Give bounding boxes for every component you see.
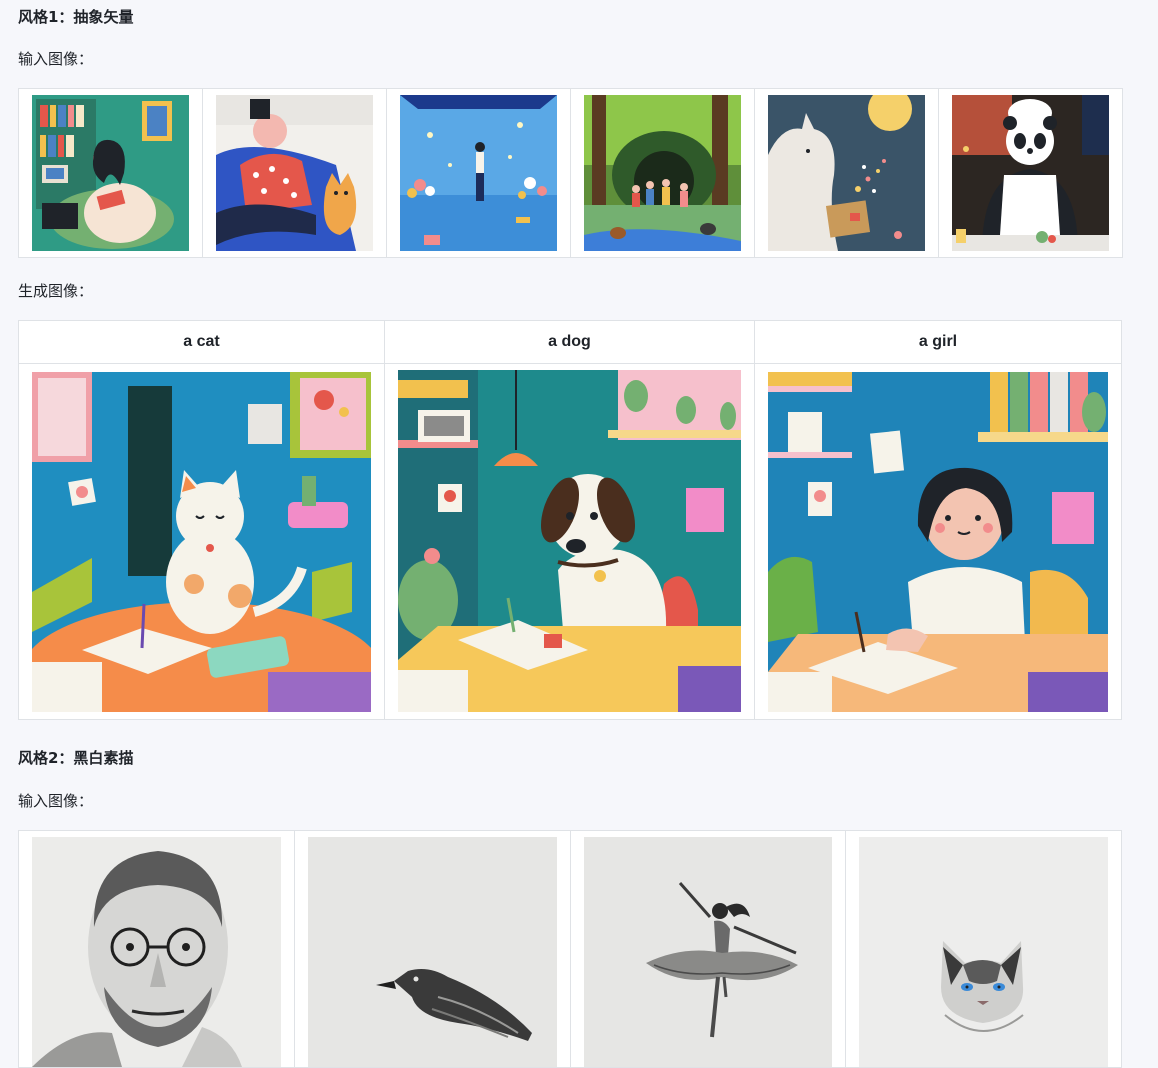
moomin-box-illustration bbox=[768, 95, 925, 251]
style2-input-table bbox=[18, 830, 1122, 1068]
style1-input-label: 输入图像： bbox=[18, 50, 94, 68]
page: 风格1：抽象矢量 输入图像： 生成图像： a cat a dog a girl … bbox=[0, 0, 1158, 1068]
girl-desk-illustration bbox=[768, 372, 1108, 712]
style1-input-table bbox=[18, 88, 1123, 258]
man-portrait-sketch bbox=[32, 837, 281, 1067]
cat-sketch bbox=[859, 837, 1108, 1067]
output-header-cat: a cat bbox=[18, 320, 385, 364]
children-forest-illustration bbox=[584, 95, 741, 251]
cat-desk-illustration bbox=[32, 372, 371, 712]
style1-heading: 风格1：抽象矢量 bbox=[18, 8, 134, 26]
figure-blue-room-illustration bbox=[400, 95, 557, 251]
dog-desk-illustration bbox=[398, 370, 741, 712]
crow-sketch bbox=[308, 837, 557, 1067]
output-header-dog: a dog bbox=[384, 320, 755, 364]
man-sofa-cat-illustration bbox=[216, 95, 373, 251]
ballerina-sketch bbox=[584, 837, 832, 1067]
style2-input-label: 输入图像： bbox=[18, 792, 94, 810]
panda-chef-illustration bbox=[952, 95, 1109, 251]
output-header-girl: a girl bbox=[754, 320, 1122, 364]
style1-output-table: a cat a dog a girl bbox=[18, 320, 1122, 720]
style2-heading: 风格2：黑白素描 bbox=[18, 749, 134, 767]
style1-output-label: 生成图像： bbox=[18, 282, 94, 300]
reading-woman-illustration bbox=[32, 95, 189, 251]
